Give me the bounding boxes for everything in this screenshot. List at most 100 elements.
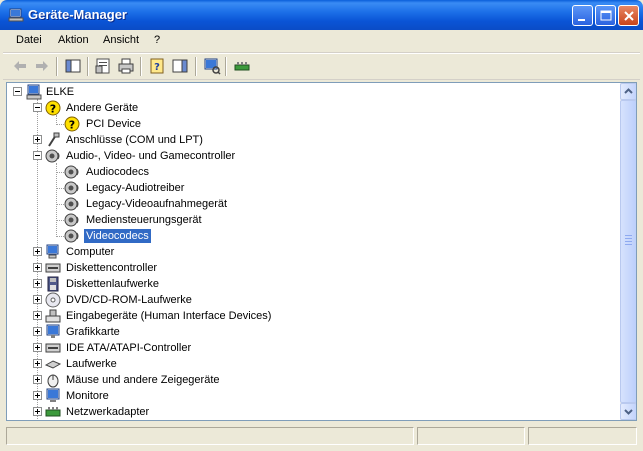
minimize-button[interactable] — [572, 5, 593, 26]
collapse-toggle[interactable] — [13, 87, 22, 96]
expand-toggle[interactable] — [33, 247, 42, 256]
scroll-down-button[interactable] — [620, 403, 636, 420]
show-hide-console-tree-icon[interactable] — [64, 57, 82, 75]
device-tree[interactable]: ELKE ? Andere Geräte ? PCI Device Anschl… — [6, 82, 637, 421]
tree-node-label: Monitore — [66, 390, 109, 402]
arrow-up-icon — [624, 88, 633, 94]
tree-root[interactable]: ELKE — [7, 84, 620, 100]
display-adapter-icon — [46, 324, 60, 338]
collapse-toggle[interactable] — [33, 151, 42, 160]
toolbar-separator — [56, 57, 58, 76]
menu-help[interactable]: ? — [154, 34, 160, 46]
tree-node-label: Computer — [66, 246, 115, 258]
tree-node[interactable]: IDE ATA/ATAPI-Controller — [7, 340, 620, 356]
tree-node-label: PCI Device — [86, 118, 142, 130]
disk-drive-icon — [45, 360, 61, 369]
scan-hardware-changes-icon[interactable] — [203, 57, 221, 75]
svg-text:?: ? — [154, 62, 160, 73]
menu-ansicht[interactable]: Ansicht — [103, 34, 139, 46]
toolbar-separator — [195, 57, 197, 76]
tree-node[interactable]: Diskettencontroller — [7, 260, 620, 276]
status-pane-3 — [528, 427, 637, 445]
network-adapter-icon — [45, 407, 61, 417]
window-title: Geräte-Manager — [28, 7, 127, 22]
tree-node-label: Audio-, Video- und Gamecontroller — [66, 150, 236, 162]
forward-icon[interactable] — [33, 57, 51, 75]
arrow-down-icon — [624, 409, 633, 415]
scroll-up-button[interactable] — [620, 83, 636, 100]
tree-node[interactable]: Audiocodecs — [7, 164, 620, 180]
tree-node-selected[interactable]: Videocodecs — [7, 228, 620, 244]
tree-node[interactable]: Legacy-Videoaufnahmegerät — [7, 196, 620, 212]
sound-icon — [64, 213, 79, 227]
tree-line — [56, 220, 64, 222]
tree-node[interactable]: ? PCI Device — [7, 116, 620, 132]
menu-aktion[interactable]: Aktion — [58, 34, 89, 46]
expand-toggle[interactable] — [33, 295, 42, 304]
toolbar-separator — [140, 57, 142, 76]
tree-node-label: Audiocodecs — [86, 166, 149, 178]
tree-node-label: Legacy-Videoaufnahmegerät — [86, 198, 228, 210]
update-driver-icon[interactable] — [233, 57, 251, 75]
tree-node[interactable]: Eingabegeräte (Human Interface Devices) — [7, 308, 620, 324]
device-tree-content: ELKE ? Andere Geräte ? PCI Device Anschl… — [7, 83, 620, 420]
scroll-thumb[interactable] — [620, 100, 636, 403]
vertical-scrollbar[interactable] — [620, 83, 636, 420]
tree-line — [56, 172, 64, 174]
expand-toggle[interactable] — [33, 135, 42, 144]
tree-line — [56, 124, 64, 126]
expand-toggle[interactable] — [33, 311, 42, 320]
ide-controller-icon — [45, 343, 61, 353]
print-icon[interactable] — [117, 57, 135, 75]
show-hide-action-pane-icon[interactable] — [171, 57, 189, 75]
tree-node[interactable]: Diskettenlaufwerke — [7, 276, 620, 292]
tree-node[interactable]: Mediensteuerungsgerät — [7, 212, 620, 228]
maximize-button[interactable] — [595, 5, 616, 26]
tree-line — [56, 188, 64, 190]
expand-toggle[interactable] — [33, 279, 42, 288]
tree-node[interactable]: Monitore — [7, 388, 620, 404]
tree-node[interactable]: Netzwerkadapter — [7, 404, 620, 420]
toolbar-separator — [225, 57, 227, 76]
mouse-icon — [47, 374, 59, 388]
expand-toggle[interactable] — [33, 263, 42, 272]
toolbar-separator — [87, 57, 89, 76]
sound-icon — [64, 197, 79, 211]
collapse-toggle[interactable] — [33, 103, 42, 112]
expand-toggle[interactable] — [33, 359, 42, 368]
status-bar — [3, 424, 640, 448]
tree-node[interactable]: Audio-, Video- und Gamecontroller — [7, 148, 620, 164]
properties-icon[interactable] — [94, 57, 112, 75]
tree-node[interactable]: Computer — [7, 244, 620, 260]
floppy-controller-icon — [45, 263, 61, 273]
computer-icon — [26, 84, 42, 100]
tree-node[interactable]: ? Andere Geräte — [7, 100, 620, 116]
expand-toggle[interactable] — [33, 407, 42, 416]
help-icon[interactable]: ? — [148, 57, 166, 75]
tree-node-label: Videocodecs — [84, 229, 151, 243]
unknown-device-icon: ? — [45, 100, 61, 116]
close-button[interactable] — [618, 5, 639, 26]
tree-node[interactable]: Grafikkarte — [7, 324, 620, 340]
unknown-device-icon: ? — [64, 116, 80, 132]
tree-node-label: IDE ATA/ATAPI-Controller — [66, 342, 192, 354]
tree-node[interactable]: Anschlüsse (COM und LPT) — [7, 132, 620, 148]
tree-node-label: Legacy-Audiotreiber — [86, 182, 185, 194]
tree-node[interactable]: DVD/CD-ROM-Laufwerke — [7, 292, 620, 308]
expand-toggle[interactable] — [33, 343, 42, 352]
grip-icon — [625, 235, 632, 245]
tree-node[interactable]: Laufwerke — [7, 356, 620, 372]
sound-icon — [64, 229, 79, 243]
expand-toggle[interactable] — [33, 327, 42, 336]
tree-node-label: Andere Geräte — [66, 102, 139, 114]
tree-line — [56, 236, 64, 238]
menu-datei[interactable]: Datei — [16, 34, 42, 46]
tree-node[interactable]: Legacy-Audiotreiber — [7, 180, 620, 196]
sound-icon — [64, 165, 79, 179]
expand-toggle[interactable] — [33, 375, 42, 384]
title-bar[interactable]: Geräte-Manager — [0, 0, 643, 30]
tree-node[interactable]: Mäuse und andere Zeigegeräte — [7, 372, 620, 388]
expand-toggle[interactable] — [33, 391, 42, 400]
status-pane-main — [6, 427, 414, 445]
back-icon[interactable] — [11, 57, 29, 75]
